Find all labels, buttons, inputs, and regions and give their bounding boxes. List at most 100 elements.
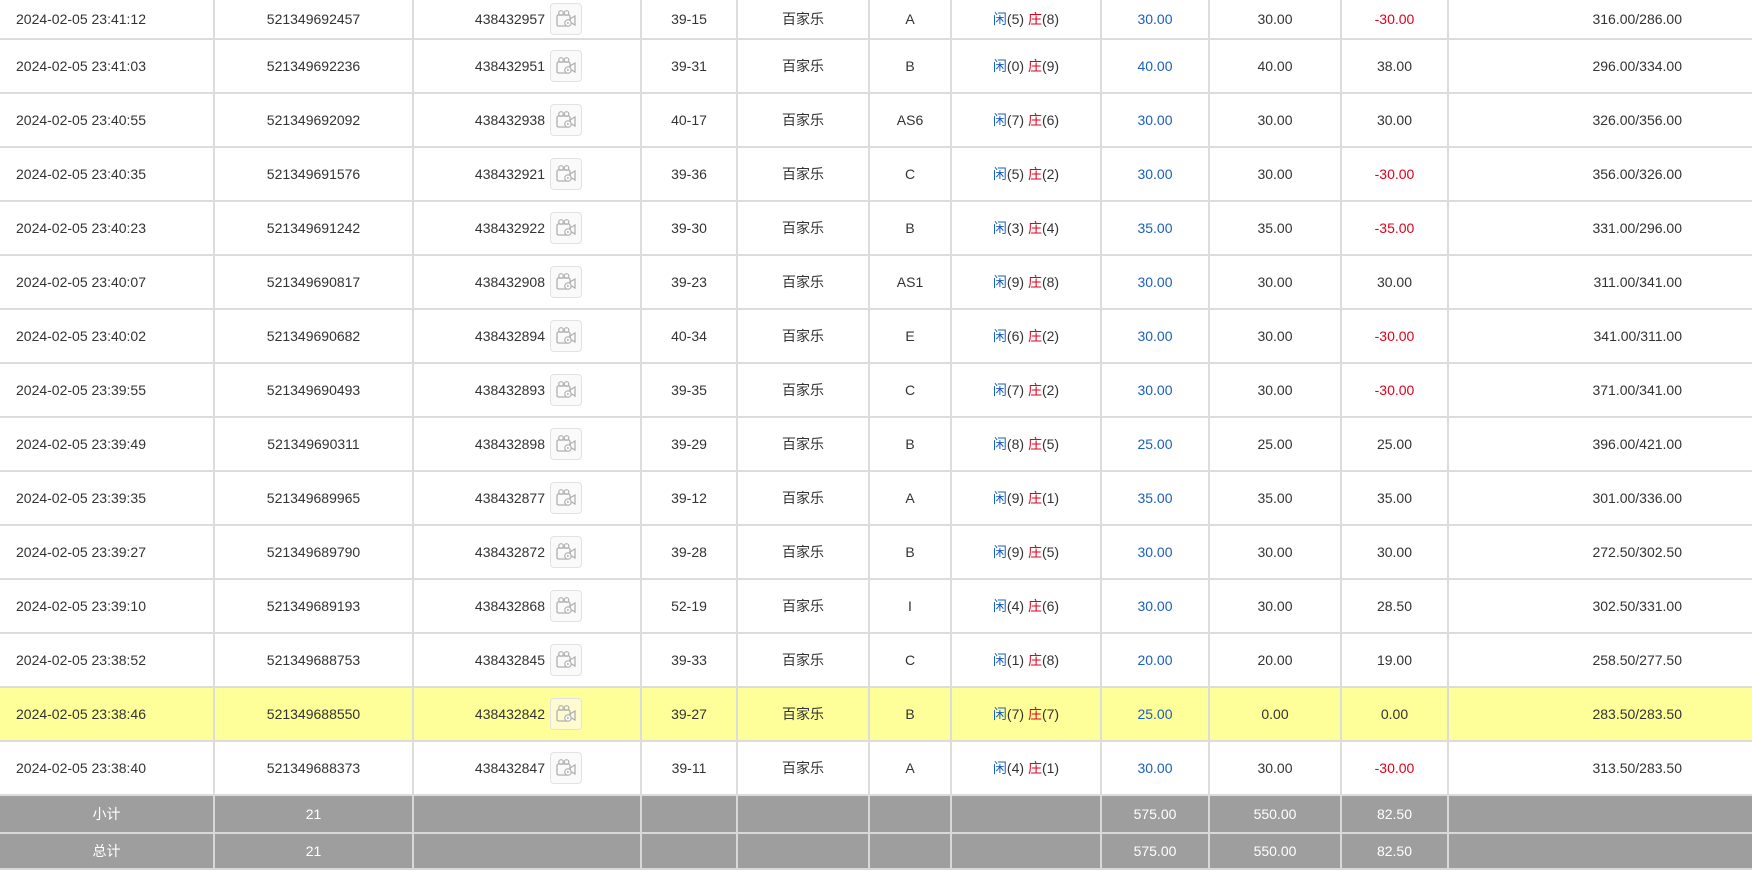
video-replay-icon[interactable] [550, 104, 582, 136]
balance-before-after: 272.50/302.50 [1447, 524, 1752, 580]
player-label: 闲 [992, 652, 1007, 668]
banker-points: (8) [1041, 652, 1060, 668]
bet-amount: 30.00 [1100, 146, 1210, 202]
bet-number: 521349688753 [213, 632, 414, 688]
video-replay-icon[interactable] [550, 482, 582, 514]
bet-type: B [868, 524, 952, 580]
video-replay-icon[interactable] [550, 212, 582, 244]
bet-amount: 20.00 [1100, 632, 1210, 688]
table-number: 39-33 [640, 632, 738, 688]
video-replay-icon[interactable] [550, 536, 582, 568]
table-row: 2024-02-05 23:39:35 521349689965 438432877… [0, 470, 1752, 526]
empty-cell [412, 832, 642, 870]
table-row: 2024-02-05 23:38:40 521349688373 438432847… [0, 740, 1752, 796]
player-points: (5) [1006, 166, 1025, 182]
video-replay-icon[interactable] [550, 158, 582, 190]
game-result: 闲(4) 庄(6) [950, 578, 1102, 634]
player-points: (3) [1006, 220, 1025, 236]
empty-cell [640, 832, 738, 870]
game-result: 闲(1) 庄(8) [950, 632, 1102, 688]
win-loss: 30.00 [1340, 254, 1449, 310]
player-label: 闲 [992, 58, 1007, 74]
video-replay-icon[interactable] [550, 50, 582, 82]
bet-amount: 30.00 [1100, 362, 1210, 418]
valid-bet: 30.00 [1208, 0, 1342, 40]
table-row: 2024-02-05 23:38:52 521349688753 438432845… [0, 632, 1752, 688]
bet-type: AS1 [868, 254, 952, 310]
balance-before-after: 313.50/283.50 [1447, 740, 1752, 796]
player-label: 闲 [992, 328, 1007, 344]
bet-time: 2024-02-05 23:39:55 [0, 362, 215, 418]
player-points: (1) [1006, 652, 1025, 668]
valid-bet: 30.00 [1208, 308, 1342, 364]
game-type: 百家乐 [736, 416, 870, 472]
total-count: 21 [213, 832, 414, 870]
player-label: 闲 [992, 760, 1007, 776]
table-number: 39-30 [640, 200, 738, 256]
game-number: 438432877 [474, 490, 545, 506]
bet-time: 2024-02-05 23:40:07 [0, 254, 215, 310]
bet-number: 521349690493 [213, 362, 414, 418]
table-number: 39-31 [640, 38, 738, 94]
banker-points: (2) [1041, 382, 1060, 398]
bet-amount: 25.00 [1100, 416, 1210, 472]
bet-type: AS6 [868, 92, 952, 148]
video-replay-icon[interactable] [550, 752, 582, 784]
table-row: 2024-02-05 23:40:07 521349690817 438432908… [0, 254, 1752, 310]
video-replay-icon[interactable] [550, 3, 582, 35]
player-label: 闲 [992, 274, 1007, 290]
empty-cell [736, 832, 870, 870]
empty-cell [868, 832, 952, 870]
win-loss: 38.00 [1340, 38, 1449, 94]
bet-time: 2024-02-05 23:39:27 [0, 524, 215, 580]
game-result: 闲(6) 庄(2) [950, 308, 1102, 364]
game-number: 438432908 [474, 274, 545, 290]
banker-label: 庄 [1027, 544, 1042, 560]
table-number: 39-29 [640, 416, 738, 472]
banker-points: (4) [1041, 220, 1060, 236]
balance-before-after: 301.00/336.00 [1447, 470, 1752, 526]
bet-number: 521349689193 [213, 578, 414, 634]
bet-time: 2024-02-05 23:38:40 [0, 740, 215, 796]
player-points: (5) [1006, 11, 1025, 27]
table-number: 40-17 [640, 92, 738, 148]
bet-number: 521349690311 [213, 416, 414, 472]
game-number: 438432894 [474, 328, 545, 344]
table-number: 52-19 [640, 578, 738, 634]
subtotal-label: 小计 [0, 794, 215, 834]
banker-label: 庄 [1027, 436, 1042, 452]
table-number: 40-34 [640, 308, 738, 364]
bet-records-table: 2024-02-05 23:41:12 521349692457 438432957… [0, 0, 1752, 870]
game-result: 闲(9) 庄(8) [950, 254, 1102, 310]
empty-cell [1447, 832, 1752, 870]
game-number-cell: 438432893 [412, 362, 642, 418]
bet-number: 521349692457 [213, 0, 414, 40]
video-replay-icon[interactable] [550, 374, 582, 406]
video-replay-icon[interactable] [550, 428, 582, 460]
subtotal-win: 82.50 [1340, 794, 1449, 834]
empty-cell [412, 794, 642, 834]
video-replay-icon[interactable] [550, 644, 582, 676]
game-result: 闲(7) 庄(2) [950, 362, 1102, 418]
player-label: 闲 [992, 490, 1007, 506]
table-row: 2024-02-05 23:38:46 521349688550 438432842… [0, 686, 1752, 742]
valid-bet: 30.00 [1208, 92, 1342, 148]
valid-bet: 30.00 [1208, 254, 1342, 310]
video-replay-icon[interactable] [550, 266, 582, 298]
bet-time: 2024-02-05 23:39:49 [0, 416, 215, 472]
game-type: 百家乐 [736, 632, 870, 688]
balance-before-after: 326.00/356.00 [1447, 92, 1752, 148]
table-number: 39-28 [640, 524, 738, 580]
game-result: 闲(9) 庄(5) [950, 524, 1102, 580]
game-type: 百家乐 [736, 740, 870, 796]
video-replay-icon[interactable] [550, 698, 582, 730]
table-row: 2024-02-05 23:39:55 521349690493 438432893… [0, 362, 1752, 418]
player-label: 闲 [992, 436, 1007, 452]
game-number: 438432847 [474, 760, 545, 776]
video-replay-icon[interactable] [550, 590, 582, 622]
bet-number: 521349691242 [213, 200, 414, 256]
bet-time: 2024-02-05 23:39:35 [0, 470, 215, 526]
video-replay-icon[interactable] [550, 320, 582, 352]
player-points: (7) [1006, 706, 1025, 722]
game-type: 百家乐 [736, 254, 870, 310]
